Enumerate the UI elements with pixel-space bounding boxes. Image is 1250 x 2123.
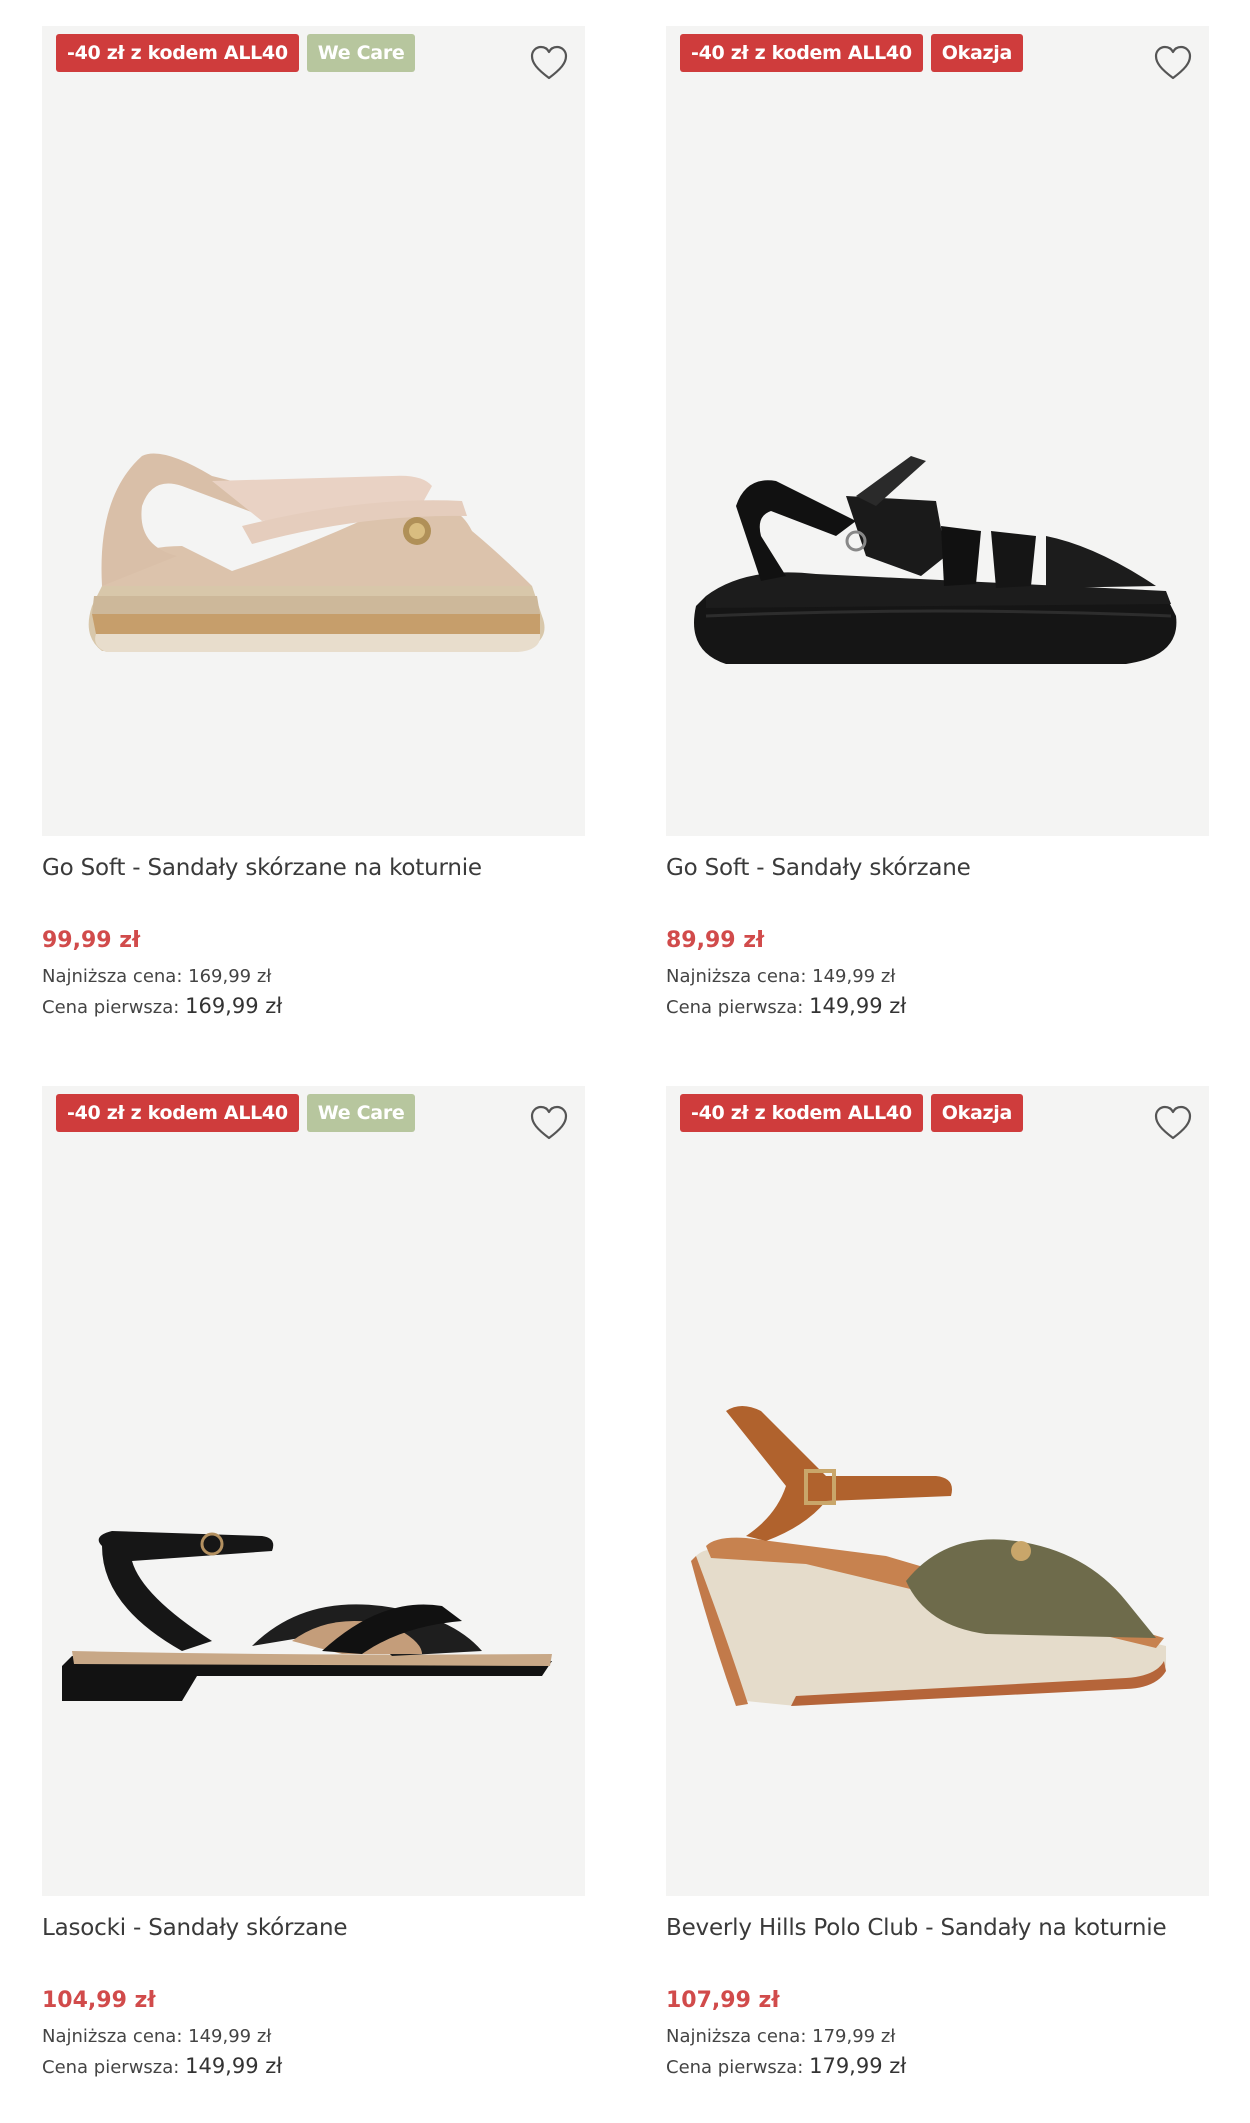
product-name[interactable]: Beverly Hills Polo Club - Sandały na kot… [666,1915,1167,1941]
first-price-label: Cena pierwsza: [666,2057,804,2078]
lowest-price: Najniższa cena: 179,99 zł [666,2026,895,2047]
first-price-value: 149,99 zł [185,2054,283,2078]
first-price: Cena pierwsza: 169,99 zł [42,994,282,1018]
lowest-price-label: Najniższa cena: [42,966,183,987]
first-price-label: Cena pierwsza: [42,997,180,1018]
product-grid: -40 zł z kodem ALL40 We Care Go Soft - S… [0,0,1250,2123]
product-card[interactable]: -40 zł z kodem ALL40 We Care Go Soft - S… [42,26,585,1026]
beige-wedge-sandal-icon [88,453,545,652]
first-price: Cena pierwsza: 179,99 zł [666,2054,906,2078]
first-price-value: 179,99 zł [809,2054,907,2078]
lowest-price-label: Najniższa cena: [42,2026,183,2047]
wishlist-heart-icon[interactable] [1153,44,1193,82]
product-card[interactable]: -40 zł z kodem ALL40 Okazja Beverly Hill… [666,1086,1209,2086]
badge-group: -40 zł z kodem ALL40 Okazja [680,1094,1023,1132]
lowest-price-value: 149,99 zł [188,2026,272,2047]
first-price-value: 149,99 zł [809,994,907,1018]
wishlist-heart-icon[interactable] [529,44,569,82]
lowest-price-value: 169,99 zł [188,966,272,987]
lowest-price-label: Najniższa cena: [666,966,807,987]
product-image[interactable]: -40 zł z kodem ALL40 We Care [42,1086,585,1896]
product-card[interactable]: -40 zł z kodem ALL40 We Care Lasocki - S… [42,1086,585,2086]
lowest-price-label: Najniższa cena: [666,2026,807,2047]
first-price: Cena pierwsza: 149,99 zł [42,2054,282,2078]
product-image[interactable]: -40 zł z kodem ALL40 Okazja [666,26,1209,836]
first-price-value: 169,99 zł [185,994,283,1018]
black-flat-sandal-icon [62,1531,552,1701]
product-price: 104,99 zł [42,1988,156,2013]
product-name[interactable]: Go Soft - Sandały skórzane na koturnie [42,855,482,881]
first-price: Cena pierwsza: 149,99 zł [666,994,906,1018]
we-care-badge: We Care [306,34,416,72]
badge-group: -40 zł z kodem ALL40 We Care [56,34,416,72]
wishlist-heart-icon[interactable] [1153,1104,1193,1142]
product-price: 99,99 zł [42,928,141,953]
product-card[interactable]: -40 zł z kodem ALL40 Okazja Go Soft - Sa… [666,26,1209,1026]
product-name[interactable]: Go Soft - Sandały skórzane [666,855,971,881]
olive-wedge-sandal-icon [691,1406,1166,1706]
badge-group: -40 zł z kodem ALL40 We Care [56,1094,416,1132]
lowest-price: Najniższa cena: 169,99 zł [42,966,271,987]
first-price-label: Cena pierwsza: [42,2057,180,2078]
lowest-price-value: 149,99 zł [812,966,896,987]
promo-code-badge: -40 zł z kodem ALL40 [56,1094,299,1132]
promo-code-badge: -40 zł z kodem ALL40 [56,34,299,72]
product-price: 89,99 zł [666,928,765,953]
product-image[interactable]: -40 zł z kodem ALL40 We Care [42,26,585,836]
we-care-badge: We Care [306,1094,416,1132]
product-image[interactable]: -40 zł z kodem ALL40 Okazja [666,1086,1209,1896]
promo-code-badge: -40 zł z kodem ALL40 [680,1094,923,1132]
lowest-price: Najniższa cena: 149,99 zł [42,2026,271,2047]
product-price: 107,99 zł [666,1988,780,2013]
okazja-badge: Okazja [930,34,1023,72]
badge-group: -40 zł z kodem ALL40 Okazja [680,34,1023,72]
black-strap-sandal-icon [694,456,1177,664]
first-price-label: Cena pierwsza: [666,997,804,1018]
product-name[interactable]: Lasocki - Sandały skórzane [42,1915,348,1941]
wishlist-heart-icon[interactable] [529,1104,569,1142]
lowest-price: Najniższa cena: 149,99 zł [666,966,895,987]
promo-code-badge: -40 zł z kodem ALL40 [680,34,923,72]
okazja-badge: Okazja [930,1094,1023,1132]
lowest-price-value: 179,99 zł [812,2026,896,2047]
